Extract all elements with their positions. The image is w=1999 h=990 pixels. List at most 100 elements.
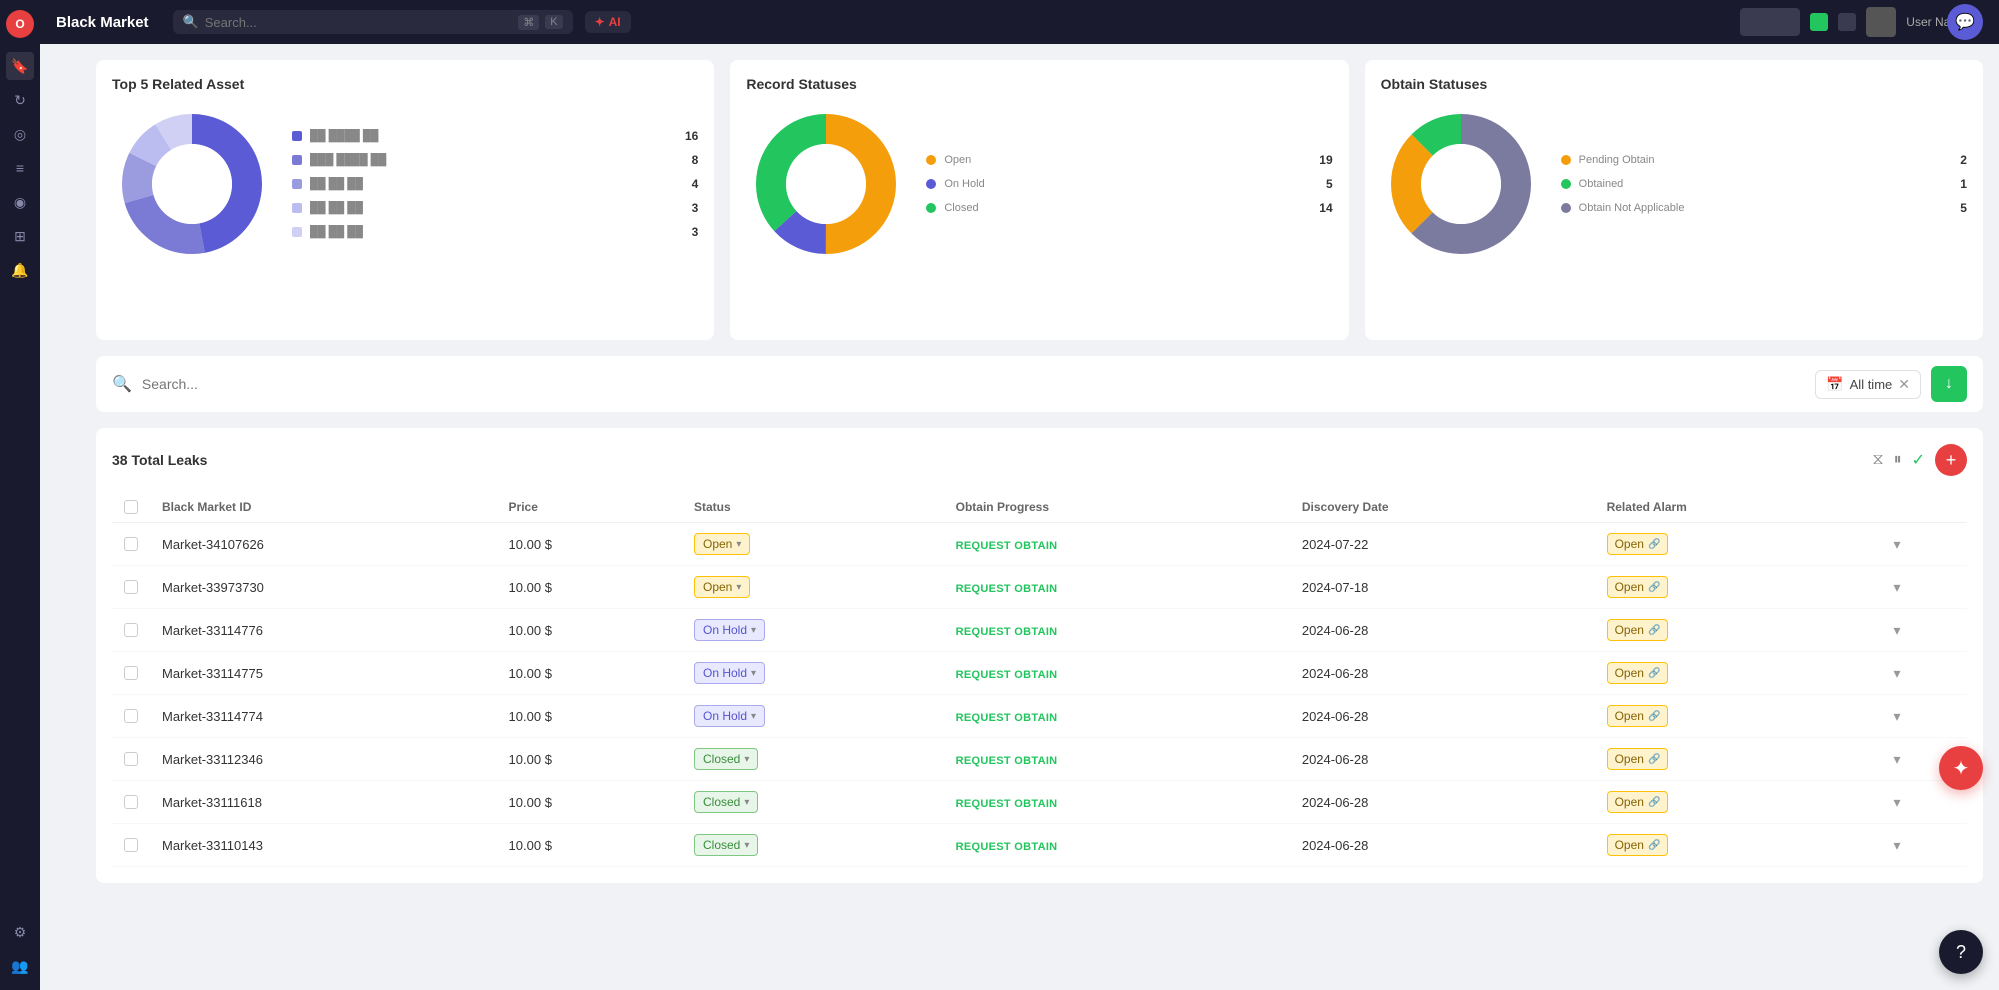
row-expand-icon[interactable]: ▾ — [1894, 837, 1901, 853]
search-bar: 🔍 📅 All time ✕ ↓ — [96, 356, 1983, 412]
status-badge[interactable]: On Hold ▾ — [694, 619, 765, 641]
filter-icon[interactable]: ⧖ — [1872, 451, 1883, 469]
status-badge[interactable]: Closed ▾ — [694, 791, 758, 813]
row-expand-icon[interactable]: ▾ — [1894, 579, 1901, 595]
status-badge[interactable]: Closed ▾ — [694, 834, 758, 856]
alarm-link-icon[interactable]: 🔗 — [1648, 539, 1660, 550]
row-checkbox[interactable] — [124, 795, 138, 809]
sidebar-item-refresh[interactable]: ↻ — [6, 86, 34, 114]
topbar-search[interactable]: 🔍 ⌘ K — [173, 10, 573, 34]
grey-indicator — [1838, 13, 1856, 31]
status-badge[interactable]: Closed ▾ — [694, 748, 758, 770]
status-badge[interactable]: On Hold ▾ — [694, 662, 765, 684]
status-badge[interactable]: Open ▾ — [694, 576, 750, 598]
fab-help-button[interactable]: ? — [1939, 930, 1983, 974]
search-icon: 🔍 — [183, 14, 199, 30]
row-checkbox-cell — [112, 523, 150, 566]
obtain-button[interactable]: REQUEST OBTAIN — [956, 626, 1058, 638]
legend-dot-na — [1561, 203, 1571, 213]
alarm-link-icon[interactable]: 🔗 — [1648, 582, 1660, 593]
row-alarm: Open 🔗 — [1595, 695, 1882, 738]
sidebar-item-layers[interactable]: ≡ — [6, 154, 34, 182]
sidebar-item-bookmark[interactable]: 🔖 — [6, 52, 34, 80]
sidebar-item-target[interactable]: ◎ — [6, 120, 34, 148]
row-obtain: REQUEST OBTAIN — [944, 824, 1290, 867]
sidebar-item-grid[interactable]: ⊞ — [6, 222, 34, 250]
row-expand-cell: ▾ — [1882, 566, 1967, 609]
row-price: 10.00 $ — [497, 695, 682, 738]
legend-item-obtained: Obtained 1 — [1561, 177, 1967, 191]
select-all-checkbox[interactable] — [124, 500, 138, 514]
row-checkbox[interactable] — [124, 537, 138, 551]
obtain-button[interactable]: REQUEST OBTAIN — [956, 712, 1058, 724]
obtain-button[interactable]: REQUEST OBTAIN — [956, 798, 1058, 810]
alarm-badge: Open 🔗 — [1607, 576, 1669, 598]
row-checkbox[interactable] — [124, 752, 138, 766]
obtain-button[interactable]: REQUEST OBTAIN — [956, 841, 1058, 853]
obtain-button[interactable]: REQUEST OBTAIN — [956, 669, 1058, 681]
obtain-button[interactable]: REQUEST OBTAIN — [956, 583, 1058, 595]
row-alarm: Open 🔗 — [1595, 738, 1882, 781]
alarm-link-icon[interactable]: 🔗 — [1648, 754, 1660, 765]
app-logo[interactable]: O — [6, 10, 34, 38]
row-id: Market-33111618 — [150, 781, 497, 824]
row-checkbox-cell — [112, 824, 150, 867]
sidebar-item-settings[interactable]: ⚙ — [6, 918, 34, 946]
row-expand-icon[interactable]: ▾ — [1894, 794, 1901, 810]
row-price: 10.00 $ — [497, 523, 682, 566]
export-button[interactable]: ↓ — [1931, 366, 1967, 402]
row-status: Closed ▾ — [682, 824, 944, 867]
check-icon[interactable]: ✓ — [1912, 450, 1925, 470]
time-filter[interactable]: 📅 All time ✕ — [1815, 370, 1921, 399]
alarm-link-icon[interactable]: 🔗 — [1648, 711, 1660, 722]
table-row: Market-33114776 10.00 $ On Hold ▾ REQUES… — [112, 609, 1967, 652]
status-badge[interactable]: Open ▾ — [694, 533, 750, 555]
fab-add-button[interactable]: ✦ — [1939, 746, 1983, 790]
obtain-statuses-donut — [1381, 104, 1541, 264]
alarm-link-icon[interactable]: 🔗 — [1648, 840, 1660, 851]
ai-label: AI — [609, 15, 621, 29]
table-search-input[interactable] — [142, 376, 1805, 392]
chat-button[interactable]: 💬 — [1947, 4, 1983, 40]
row-checkbox[interactable] — [124, 580, 138, 594]
add-button[interactable]: + — [1935, 444, 1967, 476]
row-status: Open ▾ — [682, 566, 944, 609]
row-checkbox[interactable] — [124, 666, 138, 680]
row-checkbox[interactable] — [124, 838, 138, 852]
row-obtain: REQUEST OBTAIN — [944, 609, 1290, 652]
col-obtain: Obtain Progress — [944, 492, 1290, 523]
row-alarm: Open 🔗 — [1595, 824, 1882, 867]
alarm-link-icon[interactable]: 🔗 — [1648, 668, 1660, 679]
search-input[interactable] — [205, 15, 512, 30]
top5-donut — [112, 104, 272, 264]
row-expand-icon[interactable]: ▾ — [1894, 708, 1901, 724]
table-row: Market-33110143 10.00 $ Closed ▾ REQUEST… — [112, 824, 1967, 867]
ai-button[interactable]: ✦ AI — [585, 11, 631, 33]
calendar-icon: 📅 — [1826, 376, 1843, 393]
row-expand-icon[interactable]: ▾ — [1894, 665, 1901, 681]
row-checkbox[interactable] — [124, 623, 138, 637]
row-obtain: REQUEST OBTAIN — [944, 695, 1290, 738]
sidebar-item-users[interactable]: 👥 — [6, 952, 34, 980]
obtain-button[interactable]: REQUEST OBTAIN — [956, 540, 1058, 552]
alarm-link-icon[interactable]: 🔗 — [1648, 625, 1660, 636]
clear-filter-icon[interactable]: ✕ — [1898, 376, 1910, 393]
status-badge[interactable]: On Hold ▾ — [694, 705, 765, 727]
row-expand-icon[interactable]: ▾ — [1894, 622, 1901, 638]
obtain-button[interactable]: REQUEST OBTAIN — [956, 755, 1058, 767]
row-id: Market-33973730 — [150, 566, 497, 609]
row-id: Market-33110143 — [150, 824, 497, 867]
row-status: On Hold ▾ — [682, 609, 944, 652]
pause-icon[interactable]: ⏸ — [1894, 451, 1902, 469]
alarm-link-icon[interactable]: 🔗 — [1648, 797, 1660, 808]
kbd-k: K — [545, 15, 562, 29]
row-expand-icon[interactable]: ▾ — [1894, 751, 1901, 767]
sidebar-item-bell[interactable]: 🔔 — [6, 256, 34, 284]
record-statuses-title: Record Statuses — [746, 76, 1332, 92]
row-checkbox[interactable] — [124, 709, 138, 723]
table-row: Market-33973730 10.00 $ Open ▾ REQUEST O… — [112, 566, 1967, 609]
user-avatar[interactable] — [1866, 7, 1896, 37]
obtain-statuses-title: Obtain Statuses — [1381, 76, 1967, 92]
sidebar-item-eye[interactable]: ◉ — [6, 188, 34, 216]
row-expand-icon[interactable]: ▾ — [1894, 536, 1901, 552]
